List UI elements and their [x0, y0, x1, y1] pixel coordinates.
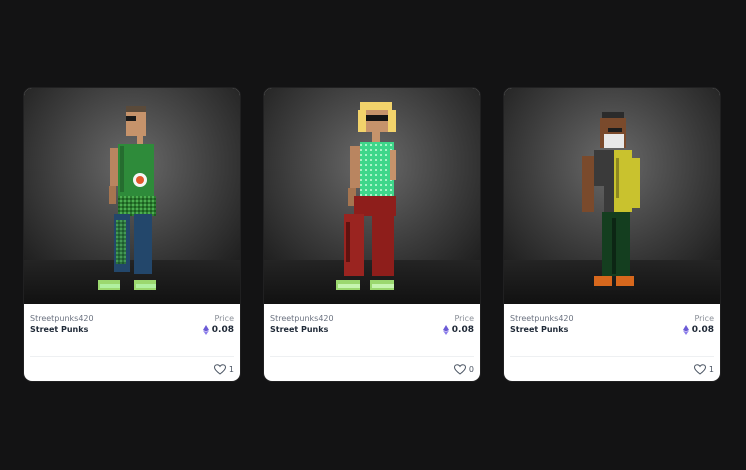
nft-card-grid: Streetpunks420 Street Punks Price 0.08 1 [0, 0, 746, 470]
nft-card[interactable]: Streetpunks420 Street Punks Price 0.08 1 [24, 88, 240, 381]
price-value: 0.08 [451, 325, 474, 335]
nft-artwork-image[interactable] [264, 88, 480, 304]
nft-artwork-image[interactable] [24, 88, 240, 304]
ethereum-icon [682, 325, 689, 335]
nft-card[interactable]: Streetpunks420 Street Punks Price 0.08 0 [264, 88, 480, 381]
nft-card-info: Streetpunks420 Street Punks Price 0.08 0 [264, 304, 480, 381]
creator-name[interactable]: Streetpunks420 [510, 314, 574, 323]
creator-name[interactable]: Streetpunks420 [270, 314, 334, 323]
price-value: 0.08 [691, 325, 714, 335]
heart-outline-icon [213, 364, 226, 375]
nft-card-info: Streetpunks420 Street Punks Price 0.08 1 [504, 304, 720, 381]
creator-name[interactable]: Streetpunks420 [30, 314, 94, 323]
nft-card[interactable]: Streetpunks420 Street Punks Price 0.08 1 [504, 88, 720, 381]
like-button[interactable]: 0 [453, 364, 474, 375]
nft-card-info: Streetpunks420 Street Punks Price 0.08 1 [24, 304, 240, 381]
heart-outline-icon [693, 364, 706, 375]
price-label: Price [454, 314, 474, 323]
price-label: Price [694, 314, 714, 323]
like-count: 1 [708, 365, 714, 374]
card-divider [510, 356, 714, 357]
price-label: Price [214, 314, 234, 323]
collection-name[interactable]: Street Punks [510, 325, 568, 334]
price-value-group: 0.08 [682, 325, 714, 335]
heart-outline-icon [453, 364, 466, 375]
like-button[interactable]: 1 [213, 364, 234, 375]
like-count: 1 [228, 365, 234, 374]
nft-artwork-image[interactable] [504, 88, 720, 304]
card-divider [270, 356, 474, 357]
like-button[interactable]: 1 [693, 364, 714, 375]
like-count: 0 [468, 365, 474, 374]
ethereum-icon [442, 325, 449, 335]
price-value: 0.08 [211, 325, 234, 335]
ethereum-icon [202, 325, 209, 335]
collection-name[interactable]: Street Punks [270, 325, 328, 334]
price-value-group: 0.08 [202, 325, 234, 335]
price-value-group: 0.08 [442, 325, 474, 335]
card-divider [30, 356, 234, 357]
collection-name[interactable]: Street Punks [30, 325, 88, 334]
